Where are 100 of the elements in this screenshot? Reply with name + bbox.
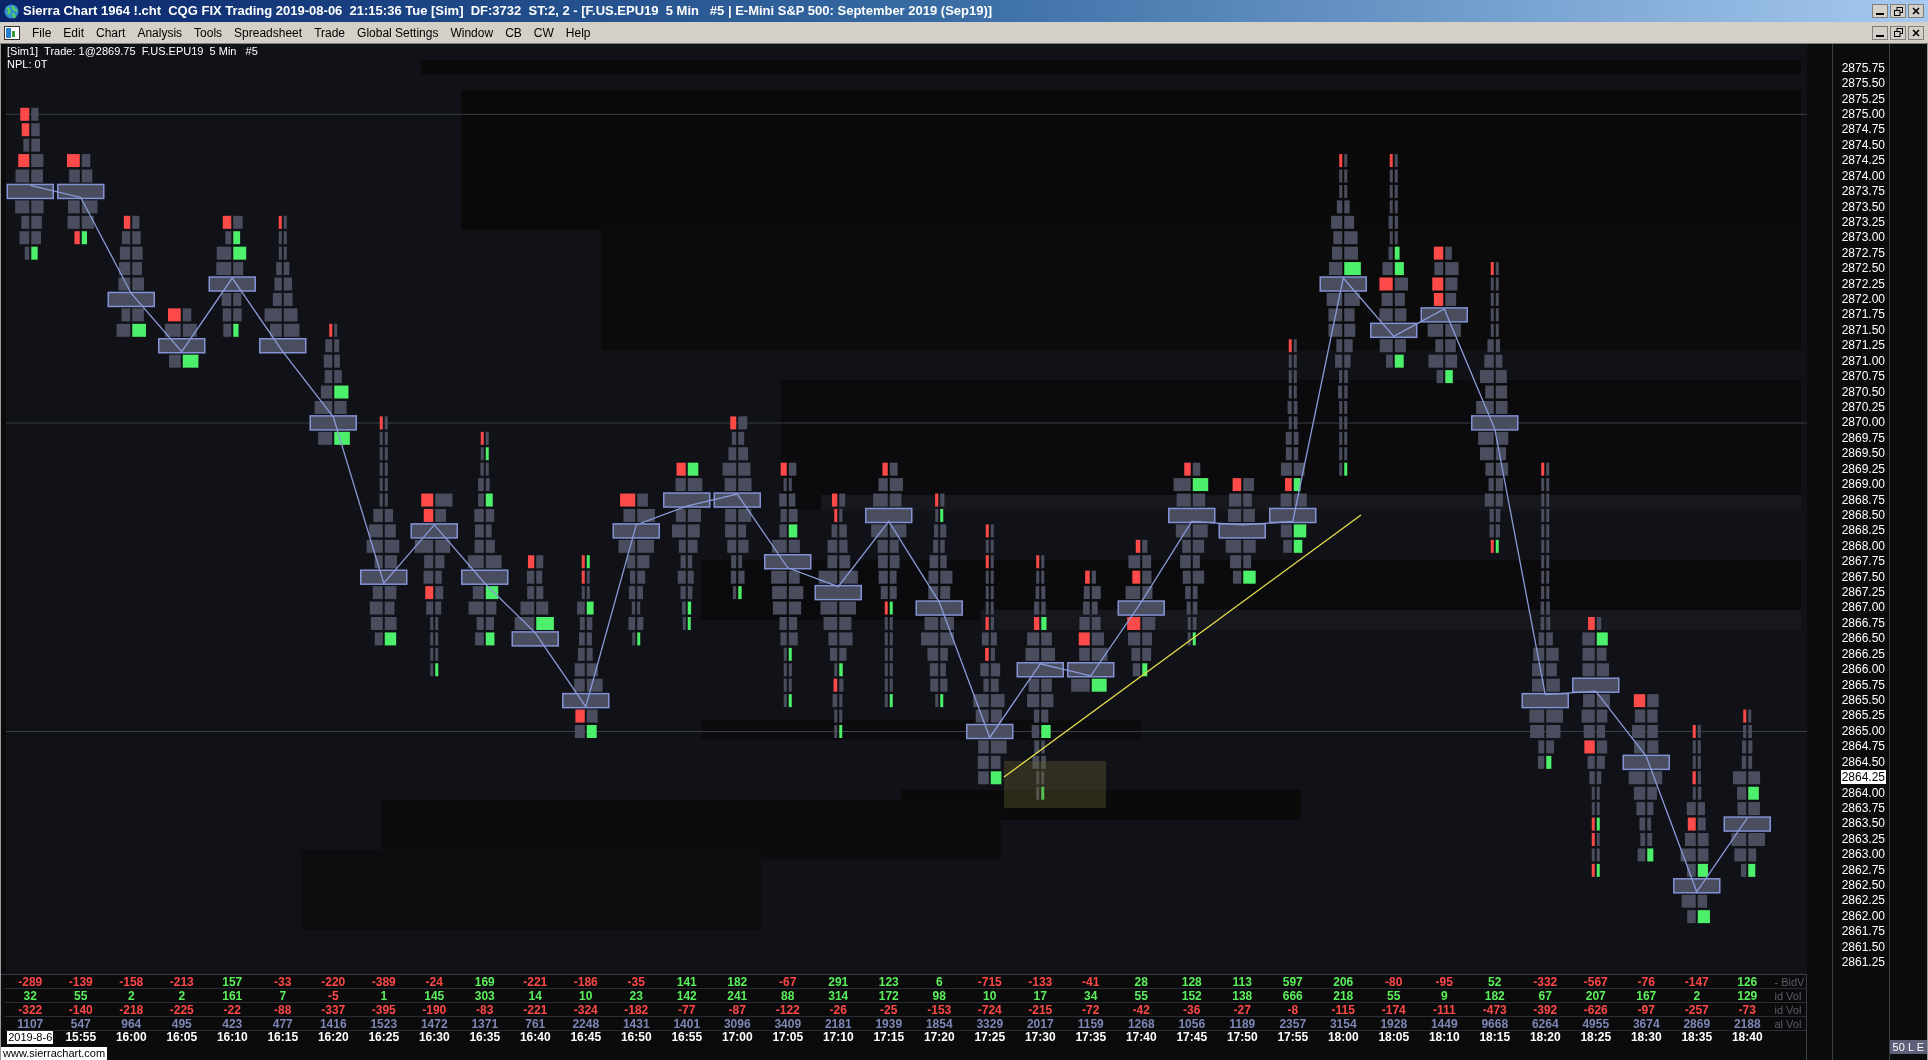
menu-item[interactable]: Edit	[57, 23, 91, 42]
minimize-button[interactable]	[1872, 25, 1888, 40]
table-cell-text: 477	[271, 1016, 294, 1031]
menu-item[interactable]: File	[26, 23, 58, 42]
price-label: 2872.75	[1840, 245, 1887, 260]
table-cell-text: 126	[1736, 974, 1759, 989]
price-label: 2865.00	[1840, 723, 1887, 738]
time-label: 17:35	[1075, 1030, 1107, 1044]
table-cell-text: -337	[320, 1002, 347, 1017]
table-cell-text: 182	[1483, 988, 1506, 1003]
time-label: 17:05	[772, 1030, 804, 1044]
table-cell-text: -115	[1330, 1002, 1356, 1017]
table-cell-text: 161	[221, 988, 244, 1003]
table-cell-text: 167	[1635, 988, 1658, 1003]
table-cell-text: -76	[1636, 974, 1656, 989]
restore-icon	[1893, 28, 1903, 37]
table-cell-text: -395	[370, 1002, 397, 1017]
table-cell-text: 142	[675, 988, 698, 1003]
time-label: 17:10	[822, 1030, 854, 1044]
menu-item[interactable]: Analysis	[131, 23, 189, 42]
table-cell-text: 182	[726, 974, 749, 989]
price-label: 2867.50	[1840, 569, 1887, 584]
table-cell-text: 138	[1231, 988, 1254, 1003]
table-cell-text: -133	[1027, 974, 1054, 989]
minimize-button[interactable]	[1872, 4, 1888, 18]
table-cell-text: 6	[934, 974, 944, 989]
table-cell-text: -147	[1683, 974, 1710, 989]
table-cell-text: -87	[727, 1002, 747, 1017]
restore-button[interactable]	[1890, 4, 1906, 18]
price-label: 2863.50	[1840, 816, 1887, 831]
price-label: 2868.00	[1840, 538, 1887, 553]
row-label: - BidV	[1773, 974, 1805, 989]
table-cell-text: -332	[1532, 974, 1559, 989]
table-cell-text: -72	[1081, 1002, 1101, 1017]
table-cell-text: 6264	[1530, 1016, 1560, 1031]
menu-item[interactable]: Spreadsheet	[228, 23, 309, 42]
price-label: 2867.75	[1840, 554, 1887, 569]
menu-item[interactable]: Global Settings	[351, 23, 445, 42]
price-label: 2864.00	[1840, 785, 1887, 800]
table-cell-text: 1107	[16, 1016, 45, 1031]
price-label: 2866.75	[1840, 615, 1887, 630]
table-cell-text: 3329	[975, 1016, 1005, 1031]
table-cell-text: 2017	[1025, 1016, 1055, 1031]
table-cell-text: -182	[623, 1002, 650, 1017]
price-label: 2869.25	[1840, 461, 1887, 476]
price-label: 2861.75	[1840, 924, 1887, 939]
price-label: 2861.25	[1840, 955, 1887, 970]
price-label: 2871.00	[1840, 353, 1887, 368]
table-cell-text: 2	[177, 988, 187, 1003]
table-cell-text: -41	[1081, 974, 1101, 989]
price-label: 2865.25	[1840, 708, 1887, 723]
table-cell-text: 152	[1180, 988, 1203, 1003]
table-cell-text: -83	[475, 1002, 495, 1017]
table-cell-text: -67	[778, 974, 798, 989]
table-cell-text: -221	[522, 974, 549, 989]
table-cell-text: 218	[1332, 988, 1355, 1003]
table-cell-text: 7	[278, 988, 288, 1003]
table-cell-text: -389	[370, 974, 397, 989]
table-cell-text: -322	[17, 1002, 44, 1017]
menu-item[interactable]: CB	[499, 23, 528, 42]
table-cell-text: -111	[1431, 1002, 1457, 1017]
table-cell-text: 141	[675, 974, 698, 989]
menu-item[interactable]: Trade	[308, 23, 352, 42]
table-cell-text: -289	[17, 974, 44, 989]
menu-item[interactable]: Tools	[188, 23, 229, 42]
row-label: al Vol	[1773, 1016, 1802, 1031]
table-cell-text: 55	[1386, 988, 1402, 1003]
price-label: 2868.25	[1840, 523, 1887, 538]
table-cell-text: 1416	[318, 1016, 348, 1031]
restore-button[interactable]	[1890, 25, 1906, 40]
table-cell-text: -215	[1027, 1002, 1054, 1017]
price-label: 2864.25	[1840, 770, 1887, 785]
menu-item[interactable]: Help	[559, 23, 597, 42]
table-cell-text: 1159	[1076, 1016, 1105, 1031]
price-label: 2875.25	[1840, 91, 1887, 106]
table-cell-text: 10	[982, 988, 998, 1003]
table-cell-text: 157	[221, 974, 244, 989]
price-label: 2865.50	[1840, 693, 1887, 707]
price-label: 2870.50	[1840, 384, 1887, 399]
time-label: 18:15	[1479, 1030, 1511, 1044]
time-label: 17:15	[873, 1030, 905, 1044]
price-label: 2864.50	[1840, 754, 1887, 769]
table-cell-text: -36	[1182, 1002, 1202, 1017]
close-button[interactable]	[1908, 4, 1924, 18]
table-cell-text: 9	[1439, 988, 1449, 1003]
time-label: 17:50	[1226, 1030, 1258, 1044]
chart-window-icon	[4, 25, 20, 40]
menu-item[interactable]: Window	[444, 23, 500, 42]
close-button[interactable]	[1908, 25, 1924, 40]
menu-item[interactable]: CW	[527, 23, 560, 42]
menu-item[interactable]: Chart	[90, 23, 132, 42]
table-cell-text: 2869	[1682, 1016, 1712, 1031]
price-label: 2867.25	[1840, 585, 1887, 600]
table-cell-text: -174	[1380, 1002, 1407, 1017]
table-cell-text: -324	[572, 1002, 599, 1017]
price-label: 2866.50	[1840, 631, 1887, 646]
table-cell-text: 291	[827, 974, 850, 989]
table-cell-text: 3154	[1328, 1016, 1358, 1031]
table-cell-text: 2357	[1278, 1016, 1308, 1031]
table-cell-text: 241	[726, 988, 749, 1003]
